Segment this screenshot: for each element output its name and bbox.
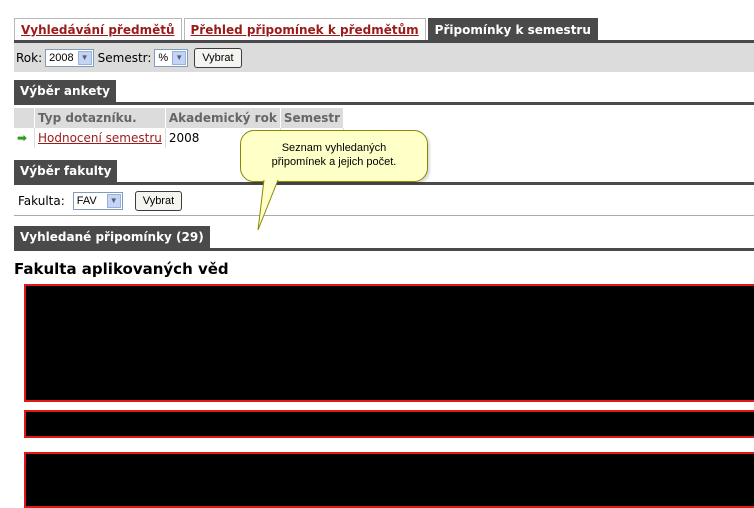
section-divider bbox=[14, 102, 754, 105]
faculty-value: FAV bbox=[76, 194, 97, 207]
tooltip-tail bbox=[257, 180, 279, 231]
column-header: Typ dotazníku. bbox=[34, 108, 166, 128]
faculty-heading: Fakulta aplikovaných věd bbox=[14, 260, 229, 278]
tab-subject-comments-overview[interactable]: Přehled připomínek k předmětům bbox=[183, 18, 426, 40]
help-tooltip: Seznam vyhledaných připomínek a jejich p… bbox=[240, 130, 428, 182]
semester-value: % bbox=[158, 51, 169, 64]
chevron-down-icon[interactable]: ▼ bbox=[106, 193, 121, 208]
section-divider bbox=[14, 182, 754, 185]
section-divider bbox=[14, 248, 754, 251]
tab-search-subjects[interactable]: Vyhledávání předmětů bbox=[14, 18, 182, 40]
column-header: Akademický rok bbox=[165, 108, 281, 128]
row-arrow-icon: ➡ bbox=[14, 128, 35, 148]
tooltip-line: Seznam vyhledaných bbox=[281, 142, 387, 154]
results-section-title: Vyhledané připomínky (29) bbox=[14, 226, 210, 248]
chevron-down-icon[interactable]: ▼ bbox=[77, 50, 92, 65]
year-select[interactable]: 2008 ▼ bbox=[45, 48, 94, 67]
semester-label: Semestr: bbox=[97, 50, 152, 65]
comment-block bbox=[24, 410, 754, 438]
faculty-section-title: Výběr fakulty bbox=[14, 160, 118, 182]
faculty-select[interactable]: FAV ▼ bbox=[72, 191, 123, 210]
poll-type-link[interactable]: Hodnocení semestru bbox=[34, 128, 166, 148]
filter-bar: Rok: 2008 ▼ Semestr: % ▼ Vybrat bbox=[14, 40, 754, 72]
faculty-label: Fakulta: bbox=[18, 193, 65, 208]
year-label: Rok: bbox=[16, 50, 43, 65]
poll-section-title: Výběr ankety bbox=[14, 80, 116, 102]
tooltip-line: připomínek a jejich počet. bbox=[271, 156, 397, 168]
table-header-spacer bbox=[14, 108, 35, 128]
faculty-submit-button[interactable]: Vybrat bbox=[134, 190, 183, 211]
filter-submit-button[interactable]: Vybrat bbox=[194, 47, 242, 68]
year-value: 2008 bbox=[49, 51, 74, 64]
table-header-row: Typ dotazníku. Akademický rok Semestr bbox=[14, 108, 345, 128]
comment-block bbox=[24, 284, 754, 402]
column-header: Semestr bbox=[280, 108, 345, 128]
faculty-row: Fakulta: FAV ▼ Vybrat bbox=[14, 186, 754, 216]
semester-select[interactable]: % ▼ bbox=[154, 48, 189, 67]
tab-bar: Vyhledávání předmětů Přehled připomínek … bbox=[14, 18, 600, 40]
comment-block bbox=[24, 452, 754, 508]
tab-semester-comments[interactable]: Připomínky k semestru bbox=[427, 18, 598, 40]
chevron-down-icon[interactable]: ▼ bbox=[172, 50, 187, 65]
